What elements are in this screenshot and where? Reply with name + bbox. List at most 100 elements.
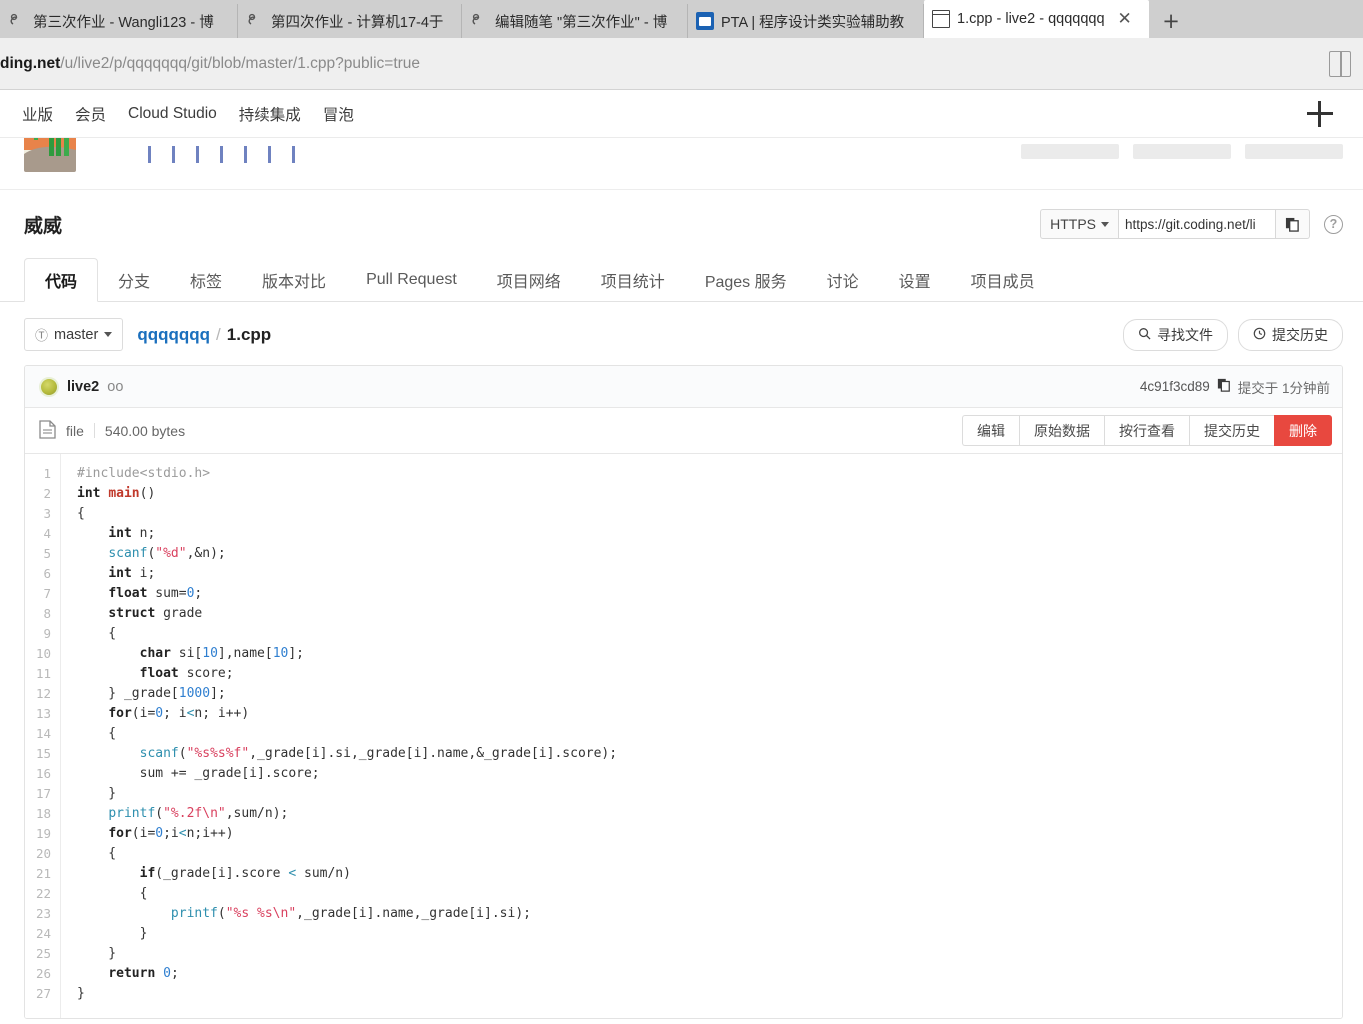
commit-history-label: 提交历史 (1272, 326, 1328, 343)
reader-view-icon[interactable] (1329, 50, 1351, 77)
url-domain: ding.net (0, 54, 61, 72)
code-line: { (77, 886, 148, 901)
pta-icon (696, 12, 714, 30)
clone-url-input[interactable]: https://git.coding.net/li (1118, 209, 1276, 239)
commit-sha[interactable]: 4c91f3cd89 (1140, 379, 1210, 394)
find-file-label: 寻找文件 (1157, 326, 1213, 343)
browser-tab-title: 1.cpp - live2 - qqqqqqq (957, 11, 1105, 27)
site-nav-item-3[interactable]: 持续集成 (239, 103, 301, 125)
code-line: } (77, 786, 117, 801)
avatar (39, 376, 59, 397)
blame-button[interactable]: 按行查看 (1104, 415, 1189, 446)
code-line: int n; (108, 526, 156, 541)
help-icon[interactable]: ? (1324, 214, 1343, 234)
file-action-buttons: 编辑 原始数据 按行查看 提交历史 删除 (962, 415, 1332, 446)
file-card: live2 oo 4c91f3cd89 提交于 1分钟前 file 540.00… (24, 365, 1343, 1019)
tab-pull-request[interactable]: Pull Request (346, 258, 477, 301)
new-tab-button[interactable]: + (1149, 4, 1193, 38)
branch-label: master (54, 326, 99, 343)
clone-protocol-select[interactable]: HTTPS (1040, 209, 1118, 239)
code-line: { (77, 726, 117, 741)
page-title: 威威 (24, 215, 63, 237)
browser-tab-1[interactable]: 第四次作业 - 计算机17-4于 (238, 4, 462, 38)
commit-author[interactable]: live2 (67, 379, 99, 395)
chevron-down-icon (104, 332, 113, 337)
tab-statistics[interactable]: 项目统计 (581, 258, 685, 301)
raw-button[interactable]: 原始数据 (1019, 415, 1104, 446)
commit-message: oo (107, 378, 124, 395)
tab-tags[interactable]: 标签 (170, 258, 242, 301)
code-line: { (77, 626, 117, 641)
file-toolbar: file 540.00 bytes 编辑 原始数据 按行查看 提交历史 删除 (25, 408, 1342, 454)
project-banner-actions (1021, 144, 1343, 159)
code-line: { (77, 506, 85, 521)
tab-branches[interactable]: 分支 (98, 258, 170, 301)
code-line: { (77, 846, 117, 861)
find-file-button[interactable]: 寻找文件 (1123, 318, 1228, 351)
search-icon (1138, 327, 1151, 343)
tab-members[interactable]: 项目成员 (951, 258, 1055, 301)
tab-network[interactable]: 项目网络 (477, 258, 581, 301)
file-path-row: Ⓣ​ master qqqqqqq /1.cpp 寻找文件 提交历史 (0, 302, 1363, 365)
code-line: int i; (108, 566, 156, 581)
site-nav-item-1[interactable]: 会员 (75, 103, 106, 125)
page-content: 业版 会员 Cloud Studio 持续集成 冒泡 威威 HTTPS http… (0, 90, 1363, 1019)
code-line: for(i=0; i<n; i++) (108, 706, 250, 721)
browser-tab-3[interactable]: PTA | 程序设计类实验辅助教 (688, 4, 924, 38)
copy-icon[interactable] (1276, 209, 1310, 239)
clone-protocol-label: HTTPS (1050, 216, 1096, 232)
divider (93, 423, 95, 438)
code-line: for(i=0;i<n;i++) (108, 826, 234, 841)
browser-tab-title: 第四次作业 - 计算机17-4于 (271, 14, 444, 31)
history-button[interactable]: 提交历史 (1189, 415, 1274, 446)
code-line: scanf("%d",&n); (108, 546, 226, 561)
site-nav-item-0[interactable]: 业版 (22, 103, 53, 125)
project-banner-bars (148, 146, 295, 163)
breadcrumb: qqqqqqq /1.cpp (137, 325, 271, 345)
close-icon[interactable]: ✕ (1118, 10, 1132, 28)
breadcrumb-repo[interactable]: qqqqqqq (137, 325, 210, 344)
commit-history-button[interactable]: 提交历史 (1238, 318, 1343, 351)
tab-discussion[interactable]: 讨论 (807, 258, 879, 301)
commit-bar: live2 oo 4c91f3cd89 提交于 1分钟前 (25, 366, 1342, 408)
code-line: float sum=0; (108, 586, 203, 601)
code-viewer: 1 2 3 4 5 6 7 8 9 10 11 12 13 14 15 16 17 18 19 20 21 22 23 24 2… (25, 454, 1342, 1018)
browser-tab-4[interactable]: 1.cpp - live2 - qqqqqqq ✕ (924, 0, 1149, 38)
browser-chrome: 第三次作业 - Wangli123 - 博 第四次作业 - 计算机17-4于 编… (0, 0, 1363, 90)
code-content[interactable]: #include<stdio.h> int main() { int n; scan… (61, 454, 1342, 1018)
copy-icon[interactable] (1217, 378, 1231, 395)
tab-compare[interactable]: 版本对比 (242, 258, 346, 301)
file-icon (39, 419, 56, 442)
code-line: struct grade (108, 606, 203, 621)
code-line: } _grade[1000]; (77, 686, 226, 701)
commit-time: 提交于 1分钟前 (1237, 380, 1330, 396)
project-banner-strip (0, 138, 1363, 190)
browser-tab-0[interactable]: 第三次作业 - Wangli123 - 博 (0, 4, 238, 38)
window-icon (932, 10, 950, 28)
link-icon (8, 12, 26, 30)
link-icon (246, 12, 264, 30)
site-nav-item-2[interactable]: Cloud Studio (128, 105, 217, 123)
browser-tab-title: 编辑随笔 "第三次作业" - 博 (495, 14, 668, 31)
clone-box: HTTPS https://git.coding.net/li (1040, 209, 1310, 239)
browser-urlbar: ding.net/u/live2/p/qqqqqqq/git/blob/mast… (0, 38, 1363, 90)
delete-button[interactable]: 删除 (1274, 415, 1332, 446)
code-line: int main() (77, 486, 156, 501)
project-header: 威威 HTTPS https://git.coding.net/li ? (0, 190, 1363, 258)
tab-code[interactable]: 代码 (24, 258, 99, 302)
chevron-down-icon (1101, 221, 1109, 227)
edit-button[interactable]: 编辑 (962, 415, 1019, 446)
branch-selector[interactable]: Ⓣ​ master (24, 318, 124, 351)
code-line: } (77, 946, 117, 961)
site-nav-item-4[interactable]: 冒泡 (323, 103, 354, 125)
tab-pages[interactable]: Pages 服务 (685, 258, 807, 301)
browser-tabstrip: 第三次作业 - Wangli123 - 博 第四次作业 - 计算机17-4于 编… (0, 0, 1363, 38)
project-avatar (24, 138, 76, 172)
plus-icon[interactable] (1307, 100, 1333, 127)
tab-settings[interactable]: 设置 (879, 258, 951, 301)
address-bar[interactable]: ding.net/u/live2/p/qqqqqqq/git/blob/mast… (0, 55, 1329, 73)
code-line: } (77, 926, 148, 941)
code-line: float score; (139, 666, 234, 681)
browser-tab-2[interactable]: 编辑随笔 "第三次作业" - 博 (462, 4, 688, 38)
file-type-label: file (66, 422, 84, 439)
